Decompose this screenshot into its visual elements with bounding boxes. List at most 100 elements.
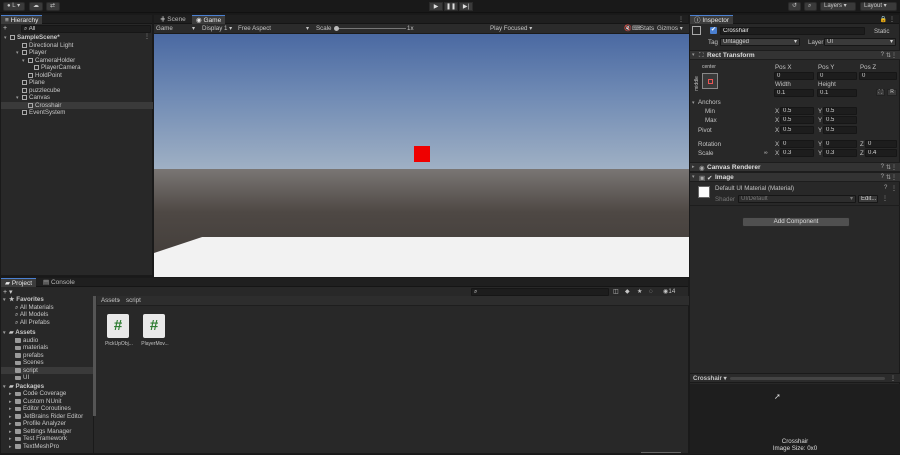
tab-hierarchy[interactable]: ≡ Hierarchy xyxy=(1,15,43,24)
scale-x-input[interactable]: 0.3 xyxy=(780,149,814,157)
preview-header[interactable]: Crosshair ▾ ⋮ xyxy=(690,373,900,383)
game-mode-dropdown[interactable]: Game ▾ xyxy=(156,25,198,32)
hierarchy-item[interactable]: EventSystem xyxy=(1,109,153,117)
constrain-scale-icon[interactable]: ∞ xyxy=(764,150,768,157)
tree-item[interactable]: ⌕ All Models xyxy=(1,311,93,319)
height-input[interactable]: 0.1 xyxy=(817,89,857,97)
play-focused-dropdown[interactable]: Play Focused ▾ xyxy=(490,25,536,32)
tree-item[interactable]: ▸ Code Coverage xyxy=(1,390,93,398)
anchor-max-y-input[interactable]: 0.5 xyxy=(823,116,857,124)
hierarchy-item[interactable]: Crosshair xyxy=(1,101,153,109)
preview-drag-handle[interactable] xyxy=(730,377,885,380)
tree-item[interactable]: UI xyxy=(1,374,93,382)
collapse-icon[interactable]: ▾ xyxy=(692,52,698,58)
create-asset-button[interactable]: + ▾ xyxy=(3,288,13,296)
help-icon[interactable]: ? xyxy=(884,185,887,191)
pivot-y-input[interactable]: 0.5 xyxy=(823,126,857,134)
shader-dropdown[interactable]: UI/Default ▾ xyxy=(738,195,856,203)
more-icon[interactable]: ⋮ xyxy=(890,375,896,382)
mute-icon[interactable]: 🔇 xyxy=(624,25,632,32)
lock-icon[interactable]: 🔒 xyxy=(880,16,887,23)
hierarchy-item[interactable]: Plane xyxy=(1,79,153,87)
aspect-dropdown[interactable]: Free Aspect ▾ xyxy=(238,25,312,32)
hierarchy-item[interactable]: ▾ CameraHolder xyxy=(1,57,153,65)
project-search-input[interactable]: ⌕ xyxy=(471,288,609,296)
collapse-icon[interactable]: ▸ xyxy=(692,164,698,170)
tree-item[interactable]: materials xyxy=(1,344,93,352)
pos-y-input[interactable]: 0 xyxy=(817,72,857,80)
active-checkbox[interactable]: ✔ xyxy=(710,27,717,34)
tree-item[interactable]: script xyxy=(1,366,93,374)
tab-project[interactable]: ▰ Project xyxy=(1,278,37,287)
filter-label-icon[interactable]: ◆ xyxy=(625,288,630,295)
hierarchy-item[interactable]: puzzlecube xyxy=(1,87,153,95)
gizmos-dropdown[interactable]: Gizmos ▾ xyxy=(657,25,683,32)
tree-item[interactable]: prefabs xyxy=(1,352,93,360)
hierarchy-item[interactable]: PlayerCamera xyxy=(1,64,153,72)
tab-scene[interactable]: ⋕ Scene xyxy=(156,15,190,24)
hidden-packages-icon[interactable]: ◌ xyxy=(649,288,653,295)
rotation-x-input[interactable]: 0 xyxy=(780,140,814,148)
scale-slider-handle[interactable] xyxy=(334,26,339,31)
edit-shader-button[interactable]: Edit... xyxy=(858,195,878,203)
scale-z-input[interactable]: 0.4 xyxy=(865,149,897,157)
game-viewport[interactable] xyxy=(154,34,689,277)
hierarchy-item[interactable]: ▾ SampleScene* ⋮ xyxy=(1,34,153,42)
rotation-z-input[interactable]: 0 xyxy=(865,140,897,148)
component-menu-icon[interactable]: ⋮ xyxy=(891,174,897,181)
play-button[interactable]: ▶ xyxy=(429,2,443,11)
tab-game[interactable]: ◉ Game xyxy=(192,15,226,24)
scale-y-input[interactable]: 0.3 xyxy=(823,149,857,157)
add-object-button[interactable]: + xyxy=(3,25,13,32)
tag-dropdown[interactable]: Untagged ▾ xyxy=(720,38,800,46)
breadcrumb-assets[interactable]: Assets xyxy=(101,297,120,304)
tree-item[interactable]: ▸ Profile Analyzer xyxy=(1,420,93,428)
breadcrumb-script[interactable]: script xyxy=(126,297,141,304)
raw-edit-button[interactable]: R xyxy=(887,89,897,96)
component-menu-icon[interactable]: ⋮ xyxy=(891,164,897,171)
account-dropdown[interactable]: ● L ▾ xyxy=(3,2,25,11)
tree-section-favorites[interactable]: ▾ ★ Favorites xyxy=(1,296,44,304)
anchor-preset-button[interactable] xyxy=(702,73,718,89)
cloud-icon[interactable]: ☁ xyxy=(29,2,43,11)
tree-item[interactable]: ▸ Settings Manager xyxy=(1,428,93,436)
more-icon[interactable]: ⋮ xyxy=(882,195,888,202)
width-input[interactable]: 0.1 xyxy=(774,89,814,97)
display-dropdown[interactable]: Display 1 ▾ xyxy=(202,25,234,32)
anchor-max-x-input[interactable]: 0.5 xyxy=(780,116,814,124)
add-component-button[interactable]: Add Component xyxy=(742,217,850,227)
tree-section-packages[interactable]: ▾ ▰ Packages xyxy=(1,383,44,391)
more-icon[interactable]: ⋮ xyxy=(678,16,684,23)
tree-section-assets[interactable]: ▾ ▰ Assets xyxy=(1,329,36,337)
tree-item[interactable]: ▸ Editor Coroutines xyxy=(1,405,93,413)
layer-dropdown[interactable]: UI ▾ xyxy=(824,38,896,46)
csharp-script-icon[interactable]: # xyxy=(143,314,165,338)
pause-button[interactable]: ❚❚ xyxy=(444,2,458,11)
more-icon[interactable]: ⋮ xyxy=(889,16,895,23)
tree-item[interactable]: ▸ JetBrains Rider Editor xyxy=(1,413,93,421)
hierarchy-item[interactable]: HoldPoint xyxy=(1,72,153,80)
tree-scrollbar[interactable] xyxy=(93,296,96,416)
rect-transform-header[interactable]: ▾ ⛶ Rect Transform ? ⇅ ⋮ xyxy=(690,50,900,60)
hierarchy-item[interactable]: Directional Light xyxy=(1,42,153,50)
canvas-renderer-header[interactable]: ▸ ◉ Canvas Renderer ? ⇅ ⋮ xyxy=(690,162,900,172)
anchors-foldout[interactable]: ▾ Anchors xyxy=(692,99,721,107)
hierarchy-search-input[interactable]: ⌕ All xyxy=(21,25,151,33)
collab-icon[interactable]: ⇄ xyxy=(46,2,60,11)
pos-z-input[interactable]: 0 xyxy=(859,72,897,80)
tree-item[interactable]: ▸ Custom NUnit xyxy=(1,398,93,406)
image-component-header[interactable]: ▾ ▣ ✔ Image ? ⇅ ⋮ xyxy=(690,172,900,182)
pos-x-input[interactable]: 0 xyxy=(774,72,814,80)
gameobject-name-input[interactable]: Crosshair xyxy=(720,27,865,35)
tree-item[interactable]: ⌕ All Prefabs xyxy=(1,319,93,327)
collapse-icon[interactable]: ▾ xyxy=(692,174,698,180)
component-menu-icon[interactable]: ⋮ xyxy=(891,185,897,192)
hierarchy-item[interactable]: ▾ Player xyxy=(1,49,153,57)
layout-dropdown[interactable]: Layout ▾ xyxy=(860,2,897,11)
help-icon[interactable]: ? xyxy=(881,164,884,170)
layers-dropdown[interactable]: Layers ▾ xyxy=(820,2,856,11)
tree-item[interactable]: ⌕ All Materials xyxy=(1,304,93,312)
static-toggle[interactable]: Static xyxy=(874,28,889,35)
stats-button[interactable]: Stats xyxy=(640,25,654,32)
component-menu-icon[interactable]: ⋮ xyxy=(891,52,897,59)
